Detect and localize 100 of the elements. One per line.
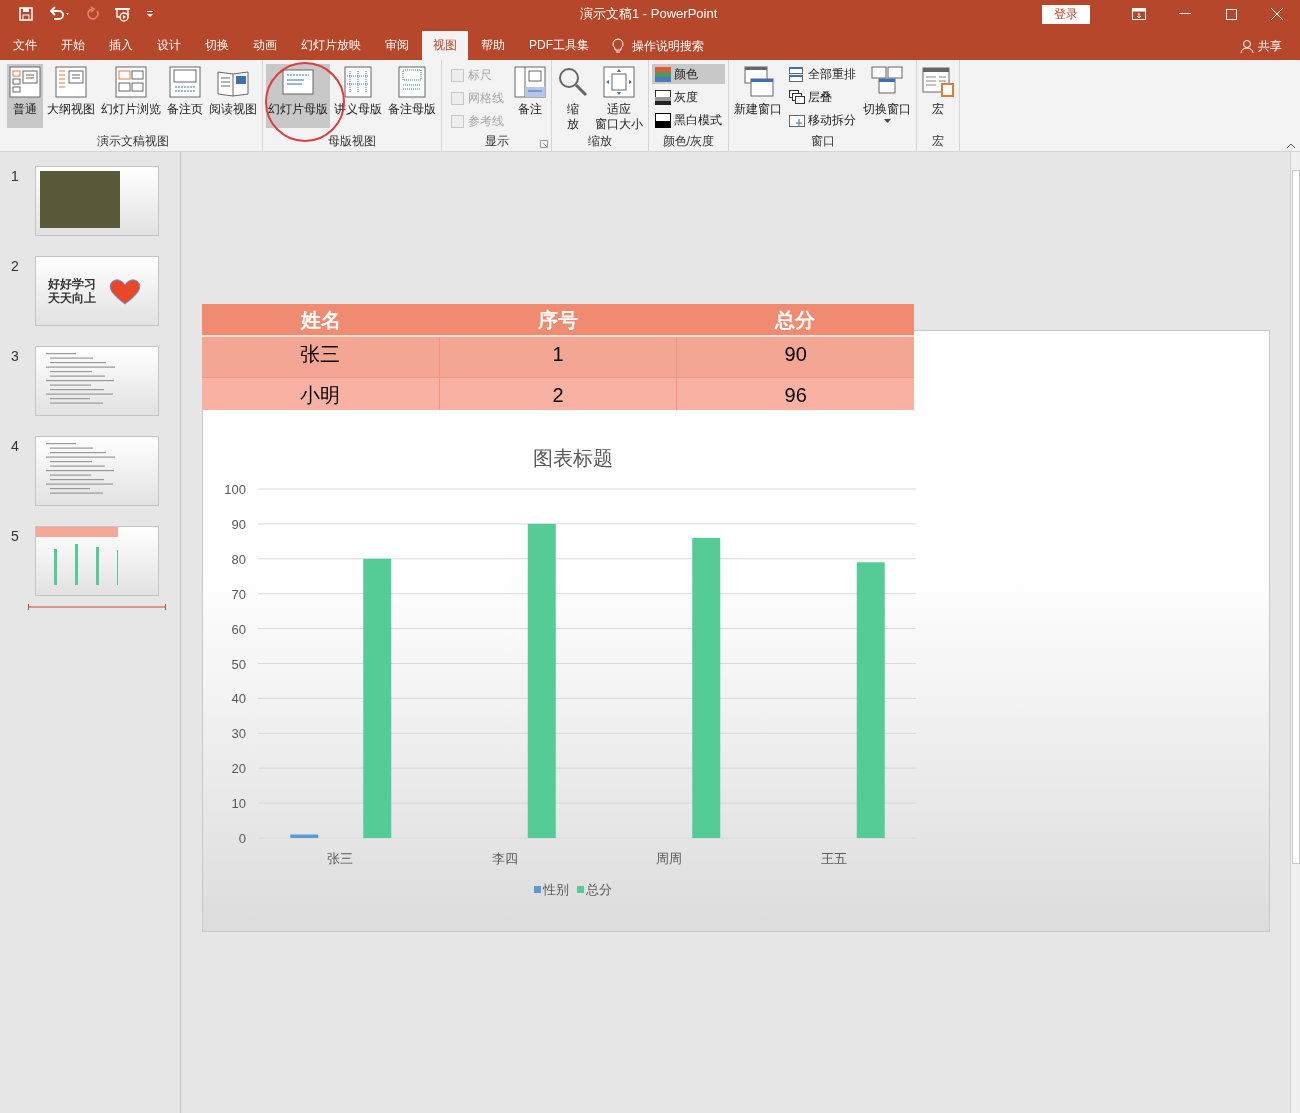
ribbon-tab[interactable]: 帮助 (470, 31, 516, 60)
slide-number: 2 (10, 257, 20, 276)
view-button[interactable]: 幻灯片母版 (266, 64, 330, 128)
slide-thumbnail[interactable] (35, 436, 159, 506)
document-preview-drawing (46, 353, 118, 405)
slide-number: 5 (10, 527, 20, 546)
view-button[interactable]: 新建窗口 (732, 64, 784, 128)
group-label: 颜色/灰度 (662, 133, 715, 150)
view-button[interactable]: 普通 (7, 64, 43, 128)
slide-layout-icon (282, 66, 314, 98)
axis-tick-label: 60 (231, 621, 246, 637)
move-split-icon (789, 112, 805, 128)
ribbon-tab[interactable]: 插入 (98, 31, 144, 60)
view-button[interactable]: 宏 (920, 64, 956, 128)
ribbon-tab[interactable]: 开始 (50, 31, 96, 60)
caret-icon (883, 119, 891, 123)
slide-number: 1 (10, 167, 20, 186)
chart-title: 图表标题 (533, 447, 613, 469)
view-button[interactable]: 适应 窗口大小 (593, 64, 645, 128)
legend-label: 总分 (586, 881, 612, 899)
legend-label: 性别 (543, 881, 569, 899)
slideshow-icon[interactable] (114, 6, 132, 22)
outline-view-icon (55, 66, 87, 98)
handout-grid-icon (342, 66, 374, 98)
ribbon-button[interactable]: 颜色 (652, 64, 725, 84)
view-button[interactable]: 缩 放 (555, 64, 591, 128)
slide-number: 4 (10, 437, 20, 456)
macro-icon (922, 66, 954, 98)
undo-icon[interactable] (48, 6, 72, 22)
axis-tick-label: 70 (231, 586, 246, 602)
ribbon-button[interactable]: 移动拆分 (786, 110, 859, 130)
notes-layout-icon (396, 66, 428, 98)
dialog-launcher-icon[interactable] (540, 140, 548, 148)
table-cell: 2 (438, 378, 677, 410)
tell-me-search[interactable]: 操作说明搜索 (632, 36, 704, 55)
login-button[interactable]: 登录 (1042, 4, 1090, 24)
customize-icon[interactable] (146, 10, 154, 18)
share-button[interactable]: 共享 (1258, 36, 1282, 55)
category-label: 李四 (491, 851, 518, 866)
group-label: 缩放 (588, 133, 612, 150)
ribbon-button[interactable]: 灰度 (652, 87, 725, 107)
bar (290, 834, 319, 838)
group-label: 演示文稿视图 (97, 133, 169, 150)
view-button[interactable]: 备注 (512, 64, 548, 128)
cascade-icon (789, 89, 805, 105)
view-button[interactable]: 幻灯片浏览 (99, 64, 163, 128)
slide-number: 3 (10, 347, 20, 366)
category-label: 张三 (327, 851, 354, 866)
stacked-windows-icon (789, 66, 805, 82)
ribbon-tab[interactable]: 视图 (422, 31, 468, 60)
view-button[interactable]: 备注页 (165, 64, 205, 128)
column-header: 序号 (537, 308, 579, 333)
slide-thumbnail[interactable] (35, 166, 159, 236)
vertical-scrollbar[interactable] (1290, 152, 1300, 1113)
ribbon-tab[interactable]: 切换 (194, 31, 240, 60)
ribbon-tab[interactable]: 审阅 (374, 31, 420, 60)
view-button[interactable]: 切换窗口 (861, 64, 913, 128)
axis-tick-label: 80 (231, 551, 246, 567)
ribbon-tab[interactable]: 幻灯片放映 (290, 31, 372, 60)
axis-tick-label: 100 (224, 482, 246, 497)
table-cell: 96 (676, 378, 914, 410)
save-icon[interactable] (18, 6, 34, 22)
slide-thumbnail[interactable] (35, 346, 159, 416)
axis-tick-label: 0 (238, 831, 246, 846)
group-label: 宏 (932, 133, 944, 150)
view-button[interactable]: 大纲视图 (45, 64, 97, 128)
ribbon-tab[interactable]: 动画 (242, 31, 288, 60)
column-header: 姓名 (299, 308, 342, 333)
group-label: 窗口 (810, 133, 835, 150)
contrast-icon (655, 112, 671, 128)
notes-pane-icon (514, 66, 546, 98)
window-title: 演示文稿1 - PowerPoint (580, 5, 718, 24)
axis-tick-label: 20 (231, 761, 246, 777)
collapse-ribbon-icon[interactable] (1286, 143, 1296, 149)
ribbon-tab[interactable]: 文件 (2, 31, 48, 60)
normal-view-icon (9, 66, 41, 98)
group-label: 母版视图 (328, 133, 376, 150)
category-label: 王五 (820, 851, 847, 866)
view-button[interactable]: 备注母版 (386, 64, 438, 128)
ribbon-tab[interactable]: 设计 (146, 31, 192, 60)
axis-tick-label: 10 (231, 796, 246, 812)
axis-tick-label: 30 (231, 726, 246, 742)
ribbon-tab[interactable]: PDF工具集 (518, 31, 600, 60)
table-cell-text: 张三 (299, 342, 342, 367)
notes-page-icon (169, 66, 201, 98)
column-header: 总分 (773, 308, 817, 333)
axis-tick-label: 90 (231, 516, 246, 532)
thumbnail-text: 天天向上 (48, 291, 96, 305)
ribbon-button[interactable]: 黑白模式 (652, 110, 725, 130)
new-window-icon (742, 66, 774, 98)
slide-grid-icon (115, 66, 147, 98)
slide-thumbnail[interactable]: 好好学习 天天向上 (35, 256, 159, 326)
table-cell: 90 (676, 337, 914, 377)
view-button[interactable]: 阅读视图 (207, 64, 259, 128)
slide-thumbnail[interactable] (35, 526, 159, 596)
grayscale-icon (655, 89, 671, 105)
axis-tick-label: 40 (231, 691, 246, 707)
ribbon-button[interactable]: 层叠 (786, 87, 859, 107)
ribbon-button[interactable]: 全部重排 (786, 64, 859, 84)
category-label: 周周 (656, 851, 683, 866)
